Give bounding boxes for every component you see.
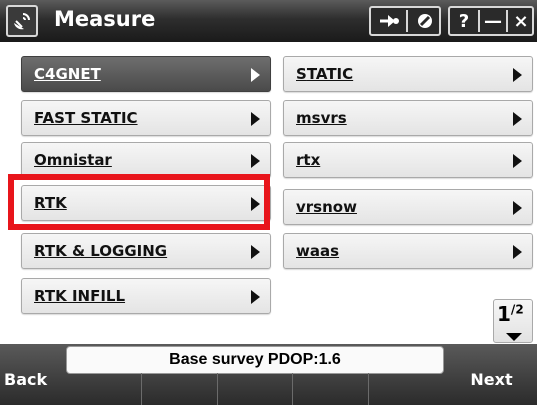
status-icon-group <box>369 6 441 36</box>
style-label: msvrs <box>296 109 347 127</box>
chevron-right-icon <box>513 201 522 215</box>
style-label: vrsnow <box>296 198 357 216</box>
page-indicator: 1/2 <box>497 302 524 326</box>
chevron-right-icon <box>251 290 260 304</box>
softkey-1[interactable] <box>66 373 142 405</box>
softkey-3[interactable] <box>218 373 294 405</box>
back-button[interactable]: Back <box>0 344 64 405</box>
bottom-bar: Back Base survey PDOP:1.6 Next <box>0 344 537 405</box>
softkey-4[interactable] <box>293 373 370 405</box>
chevron-right-icon <box>513 112 522 126</box>
page-next-button[interactable]: 1/2 <box>493 299 533 343</box>
softkey-row <box>66 373 444 405</box>
style-label: C4GNET <box>34 65 101 83</box>
style-label: RTK <box>34 194 67 212</box>
style-label: rtx <box>296 151 321 169</box>
style-button-waas[interactable]: waas <box>283 233 533 269</box>
minimize-icon[interactable]: — <box>480 8 506 34</box>
style-label: waas <box>296 242 340 260</box>
style-label: RTK & LOGGING <box>34 242 168 260</box>
style-label: STATIC <box>296 65 354 83</box>
help-icon[interactable]: ? <box>450 8 478 34</box>
style-button-msvrs[interactable]: msvrs <box>283 100 533 136</box>
style-label: Omnistar <box>34 151 112 169</box>
chevron-right-icon <box>513 245 522 259</box>
chevron-right-icon <box>251 197 260 211</box>
survey-style-list: C4GNET FAST STATIC Omnistar RTK RTK & LO… <box>0 42 537 344</box>
chevron-right-icon <box>513 68 522 82</box>
chevron-right-icon <box>251 245 260 259</box>
style-button-omnistar[interactable]: Omnistar <box>21 142 271 178</box>
softkey-2[interactable] <box>142 373 218 405</box>
style-button-rtk-logging[interactable]: RTK & LOGGING <box>21 233 271 269</box>
style-label: RTK INFILL <box>34 287 126 305</box>
softkey-5[interactable] <box>369 373 444 405</box>
window-title: Measure <box>54 7 156 31</box>
window-controls: ? — × <box>448 6 534 36</box>
style-button-static[interactable]: STATIC <box>283 56 533 92</box>
map-arrow-icon[interactable] <box>371 8 406 34</box>
chevron-right-icon <box>251 112 260 126</box>
style-label: FAST STATIC <box>34 109 138 127</box>
style-button-rtk[interactable]: RTK <box>21 185 271 221</box>
title-bar: Measure ? — × <box>0 0 537 42</box>
style-button-rtx[interactable]: rtx <box>283 142 533 178</box>
style-button-fast-static[interactable]: FAST STATIC <box>21 100 271 136</box>
chevron-right-icon <box>251 68 260 82</box>
next-button[interactable]: Next <box>446 344 537 405</box>
status-text: Base survey PDOP:1.6 <box>66 346 444 374</box>
chevron-right-icon <box>513 154 522 168</box>
satellite-dish-icon[interactable] <box>6 5 38 37</box>
style-button-rtk-infill[interactable]: RTK INFILL <box>21 278 271 314</box>
chevron-down-icon <box>506 333 522 341</box>
gps-status-icon[interactable] <box>408 8 441 34</box>
style-button-c4gnet[interactable]: C4GNET <box>21 56 271 92</box>
style-button-vrsnow[interactable]: vrsnow <box>283 189 533 225</box>
close-icon[interactable]: × <box>508 8 534 34</box>
chevron-right-icon <box>251 154 260 168</box>
